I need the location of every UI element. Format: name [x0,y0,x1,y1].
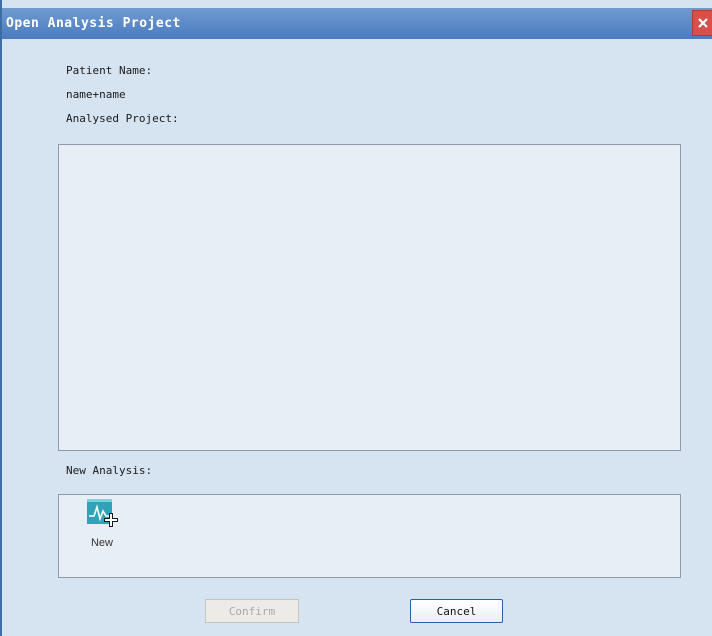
new-analysis-panel [58,494,681,578]
close-button[interactable] [692,10,712,36]
close-icon [698,18,708,28]
analysed-project-list[interactable] [58,144,681,451]
confirm-button[interactable]: Confirm [205,599,299,623]
dialog-title: Open Analysis Project [6,16,181,31]
title-bar: Open Analysis Project [2,8,712,39]
patient-name-value: name+name [66,88,126,101]
patient-name-label: Patient Name: [66,64,153,77]
new-analysis-item-label: New [90,537,113,549]
analysed-project-label: Analysed Project: [66,112,179,125]
new-analysis-button[interactable]: New [82,497,122,549]
cancel-button[interactable]: Cancel [410,599,503,623]
open-analysis-dialog: Open Analysis Project Patient Name: name… [0,0,712,636]
new-analysis-label: New Analysis: [66,464,153,477]
new-analysis-icon [85,497,120,532]
